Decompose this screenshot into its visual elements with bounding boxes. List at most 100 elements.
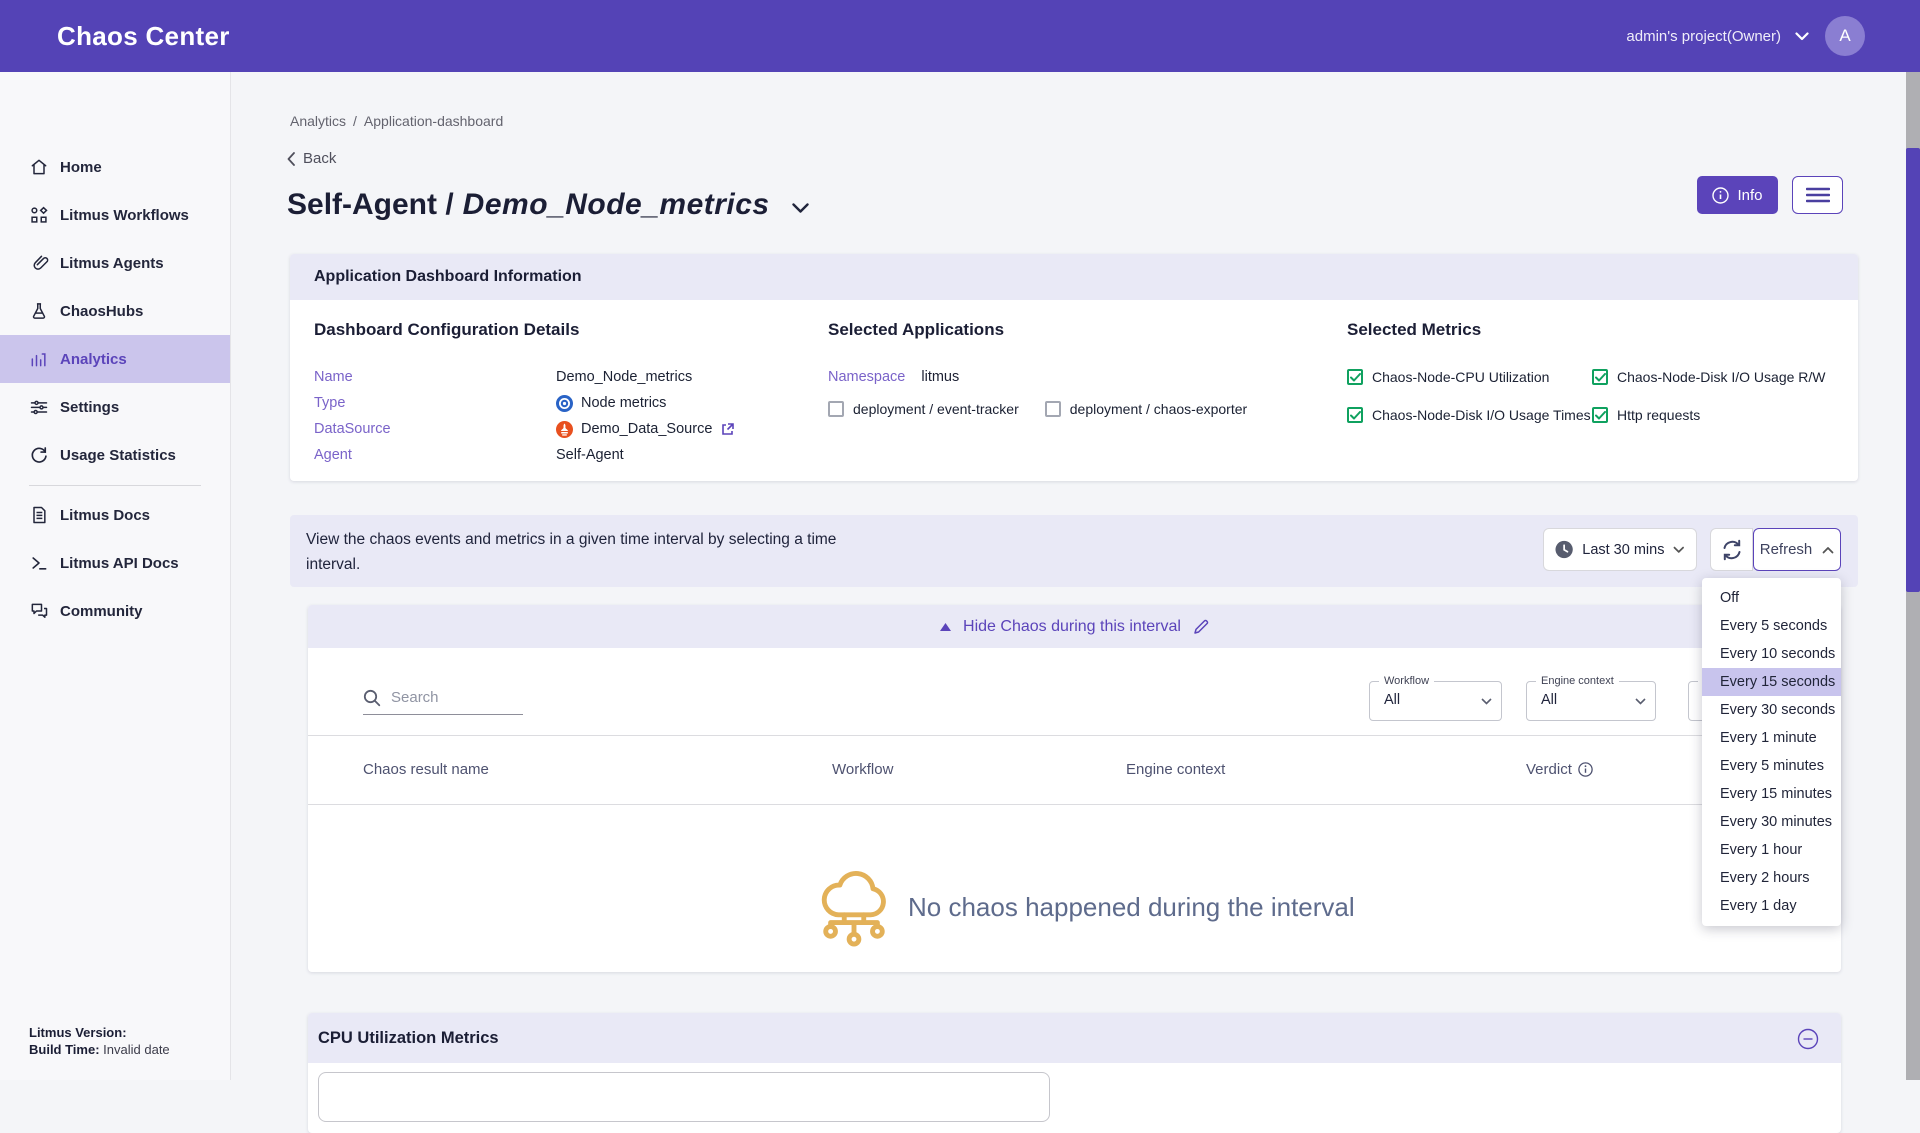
chevron-up-icon [1822,546,1834,554]
back-button[interactable]: Back [287,150,336,167]
config-row-agent: Agent Self-Agent [314,442,735,468]
flask-icon [29,301,49,321]
breadcrumb: Analytics/Application-dashboard [290,113,503,129]
menu-item-every-10-seconds[interactable]: Every 10 seconds [1702,640,1841,668]
page-title: Self-Agent / Demo_Node_metrics [287,188,809,222]
menu-item-every-1-hour[interactable]: Every 1 hour [1702,836,1841,864]
avatar[interactable]: A [1825,16,1865,56]
version-info: Litmus Version: Build Time: Invalid date [29,1024,170,1058]
sidebar-item-litmus-workflows[interactable]: Litmus Workflows [0,191,230,239]
sidebar-item-litmus-api-docs[interactable]: Litmus API Docs [0,539,230,587]
project-selector[interactable]: admin's project(Owner) [1626,28,1809,45]
menu-item-every-1-minute[interactable]: Every 1 minute [1702,724,1841,752]
hamburger-menu-button[interactable] [1792,176,1843,214]
sidebar-item-home[interactable]: Home [0,143,230,191]
checkbox-unchecked[interactable] [1045,401,1061,417]
sidebar: Home Litmus Workflows Litmus Agents Chao… [0,72,231,1080]
sidebar-item-litmus-agents[interactable]: Litmus Agents [0,239,230,287]
checkbox-chaos-exporter[interactable]: deployment / chaos-exporter [1045,396,1247,422]
time-range-select[interactable]: Last 30 mins [1543,528,1697,571]
breadcrumb-analytics[interactable]: Analytics [290,113,346,129]
info-button[interactable]: Info [1697,176,1778,214]
sidebar-item-usage-statistics[interactable]: Usage Statistics [0,431,230,479]
checkbox-checked[interactable] [1592,407,1608,423]
menu-item-every-2-hours[interactable]: Every 2 hours [1702,864,1841,892]
chat-icon [29,601,49,621]
checkbox-checked[interactable] [1592,369,1608,385]
info-icon [1712,187,1729,204]
table-header-divider [308,735,1841,736]
sidebar-item-litmus-docs[interactable]: Litmus Docs [0,491,230,539]
node-metrics-icon [556,395,573,412]
edit-pencil-icon[interactable] [1193,619,1209,635]
chaos-table-card: Hide Chaos during this interval Workflow… [308,605,1841,972]
agents-icon [29,253,49,273]
config-row-type: Type Node metrics [314,390,735,416]
engine-context-filter[interactable]: Engine context All [1526,681,1656,721]
app-header: Chaos Center admin's project(Owner) A [0,0,1920,72]
cloud-empty-icon [815,860,893,954]
checkbox-event-tracker[interactable]: deployment / event-tracker [828,396,1019,422]
search-icon [363,689,381,707]
project-label: admin's project(Owner) [1626,28,1781,45]
sidebar-item-community[interactable]: Community [0,587,230,635]
menu-item-every-30-seconds[interactable]: Every 30 seconds [1702,696,1841,724]
sliders-icon [29,397,49,417]
refresh-interval-button[interactable]: Refresh [1753,528,1841,571]
menu-item-every-15-minutes[interactable]: Every 15 minutes [1702,780,1841,808]
datasource-link[interactable]: Demo_Data_Source [581,421,712,437]
menu-item-every-1-day[interactable]: Every 1 day [1702,892,1841,920]
home-icon [29,157,49,177]
namespace-row: Namespace litmus [828,364,1247,390]
search-input[interactable] [363,685,523,715]
menu-item-every-30-minutes[interactable]: Every 30 minutes [1702,808,1841,836]
time-interval-bar: View the chaos events and metrics in a g… [290,515,1858,587]
external-link-icon[interactable] [720,422,735,437]
workflow-filter[interactable]: Workflow All [1369,681,1502,721]
column-workflow: Workflow [832,761,893,778]
chevron-down-icon [1673,546,1685,554]
scrollbar-thumb[interactable] [1906,148,1920,592]
chevron-left-icon [287,152,295,166]
sidebar-item-analytics[interactable]: Analytics [0,335,230,383]
sidebar-item-settings[interactable]: Settings [0,383,230,431]
collapse-minus-icon[interactable] [1797,1028,1819,1050]
hide-chaos-toggle[interactable]: Hide Chaos during this interval [308,605,1841,648]
checkbox-cpu-utilization[interactable]: Chaos-Node-CPU Utilization [1347,364,1592,390]
column-verdict: Verdict [1526,761,1593,778]
checkbox-checked[interactable] [1347,407,1363,423]
sidebar-divider [29,485,201,486]
selected-applications: Selected Applications Namespace litmus d… [828,320,1247,422]
chevron-down-icon [1795,32,1809,41]
checkbox-disk-io-times[interactable]: Chaos-Node-Disk I/O Usage Times [1347,402,1592,428]
info-icon[interactable] [1578,762,1593,777]
menu-item-every-5-seconds[interactable]: Every 5 seconds [1702,612,1841,640]
collapse-triangle-icon [940,623,951,631]
checkbox-disk-io-rw[interactable]: Chaos-Node-Disk I/O Usage R/W [1592,364,1826,390]
clock-icon [1555,540,1573,559]
table-header-divider [308,804,1841,805]
menu-item-every-5-minutes[interactable]: Every 5 minutes [1702,752,1841,780]
menu-item-every-15-seconds[interactable]: Every 15 seconds [1702,668,1841,696]
checkbox-unchecked[interactable] [828,401,844,417]
sidebar-item-chaoshubs[interactable]: ChaosHubs [0,287,230,335]
column-engine-context: Engine context [1126,761,1225,778]
document-icon [29,505,49,525]
column-chaos-result-name: Chaos result name [363,761,489,778]
config-row-datasource: DataSource Demo_Data_Source [314,416,735,442]
card-header: Application Dashboard Information [290,254,1858,300]
checkbox-checked[interactable] [1347,369,1363,385]
breadcrumb-application-dashboard[interactable]: Application-dashboard [364,113,503,129]
cpu-metrics-header: CPU Utilization Metrics [308,1013,1841,1063]
selected-metrics: Selected Metrics Chaos-Node-CPU Utilizat… [1347,320,1826,428]
application-dashboard-information-card: Application Dashboard Information Dashbo… [290,254,1858,481]
config-row-name: Name Demo_Node_metrics [314,364,735,390]
checkbox-http-requests[interactable]: Http requests [1592,402,1826,428]
title-chevron-down-icon[interactable] [792,203,809,214]
analytics-icon [29,349,49,369]
menu-item-off[interactable]: Off [1702,584,1841,612]
refresh-now-button[interactable] [1710,528,1753,571]
search-field[interactable] [363,685,523,715]
scrollbar-track[interactable] [1906,72,1920,1080]
chevron-down-icon [1635,698,1646,705]
